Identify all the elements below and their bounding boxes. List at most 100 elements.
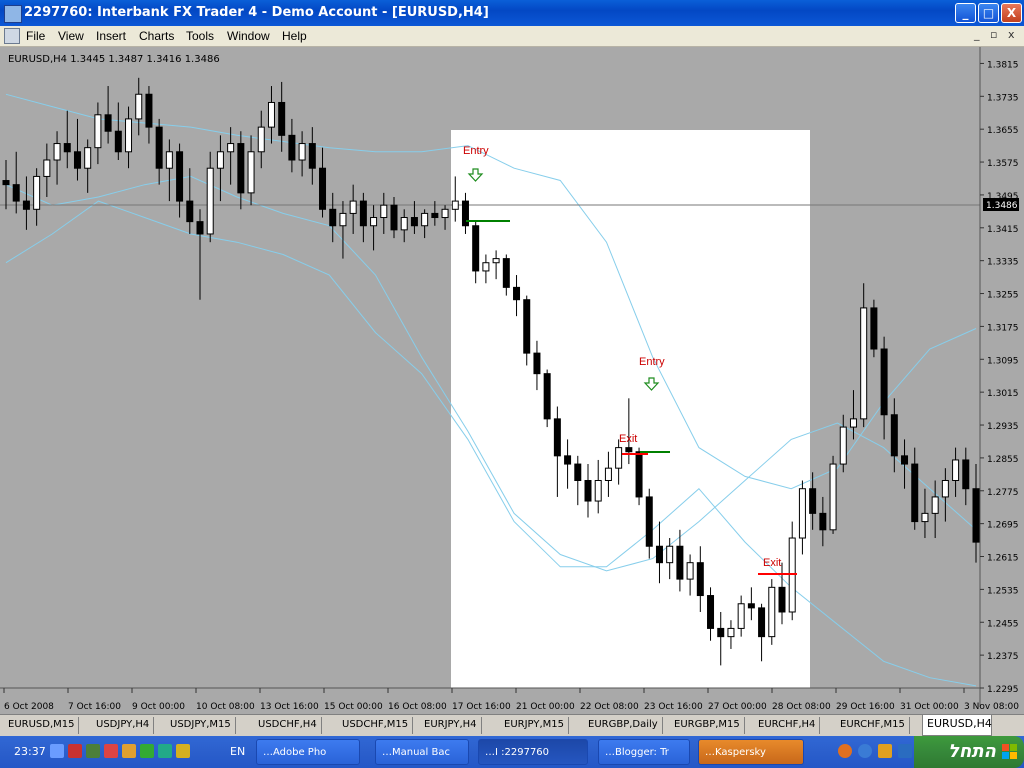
price-tick-label: 1.3255 [987, 291, 1019, 301]
shield-icon[interactable] [158, 744, 172, 758]
price-tick-label: 1.3655 [987, 126, 1019, 136]
candle-bearish [104, 114, 112, 132]
media-icon[interactable] [878, 744, 892, 758]
mdi-close-button[interactable]: x [1008, 28, 1015, 41]
start-label: התחל [948, 741, 996, 762]
menu-file[interactable]: File [26, 29, 45, 43]
time-tick-label: 23 Oct 16:00 [644, 702, 703, 712]
candle-bearish [329, 208, 337, 227]
task-mt4-terminal[interactable]: …I :2297760 [478, 739, 588, 765]
price-tick-label: 1.2935 [987, 422, 1019, 432]
mdi-minimize-button[interactable]: _ [974, 28, 980, 41]
candle-bearish [176, 151, 184, 202]
chart-window-icon[interactable] [4, 28, 20, 44]
volume-icon[interactable] [86, 744, 100, 758]
price-axis: 1.38151.37351.36551.35751.34951.34151.33… [980, 60, 1019, 695]
chart-tab[interactable]: EURGBP,Daily [584, 717, 663, 734]
candle-bearish [972, 488, 980, 543]
taskbar: 23:37 EN …Adobe Pho …Manual Bac …I :2297… [0, 736, 1024, 768]
chart-tab[interactable]: EURGBP,M15 [670, 717, 745, 734]
candle-bearish [523, 299, 531, 354]
chart-tab[interactable]: USDJPY,H4 [92, 717, 155, 734]
candle-bearish [114, 130, 122, 153]
time-tick-label: 22 Oct 08:00 [580, 702, 639, 712]
price-tick-label: 1.2375 [987, 652, 1019, 662]
chart-tab[interactable]: EURJPY,H4 [420, 717, 482, 734]
menu-bar: File View Insert Charts Tools Window Hel… [0, 26, 1024, 47]
candle-bullish [849, 418, 857, 428]
start-button[interactable]: התחל [914, 736, 1024, 768]
candle-bullish [615, 447, 623, 469]
menu-view[interactable]: View [58, 29, 84, 43]
kaspersky-tray-icon[interactable] [104, 744, 118, 758]
price-chart[interactable]: Entry Entry Exit Exit EURUSD,H4 1.3445 1… [0, 47, 1024, 714]
candle-bearish [655, 545, 663, 564]
candle-bullish [349, 200, 357, 214]
time-tick-label: 7 Oct 16:00 [68, 702, 121, 712]
task-manual-backtest[interactable]: …Manual Bac [375, 739, 469, 765]
ie-icon[interactable] [858, 744, 872, 758]
maximize-button[interactable]: □ [978, 3, 999, 23]
task-adobe-photoshop[interactable]: …Adobe Pho [256, 739, 360, 765]
minimize-button[interactable]: _ [955, 3, 976, 23]
chart-tab[interactable]: EURUSD,M15 [4, 717, 80, 734]
candle-bearish [707, 595, 715, 629]
candle-bearish [809, 488, 817, 514]
candle-bearish [778, 586, 786, 613]
candle-bullish [33, 175, 41, 210]
language-indicator[interactable]: EN [230, 745, 245, 758]
window-title: 2297760: Interbank FX Trader 4 - Demo Ac… [24, 5, 489, 20]
candle-bullish [135, 93, 143, 120]
candle-bullish [941, 479, 949, 498]
candle-bullish [380, 204, 388, 219]
candle-bullish [43, 159, 51, 177]
chart-tab[interactable]: EURCHF,H4 [754, 717, 821, 734]
exit-label-2: Exit [763, 557, 781, 569]
close-button[interactable]: X [1001, 3, 1022, 23]
task-kaspersky[interactable]: …Kaspersky [698, 739, 804, 765]
price-tick-label: 1.2855 [987, 455, 1019, 465]
chart-tab[interactable]: EURJPY,M15 [500, 717, 569, 734]
candle-bullish [829, 463, 837, 531]
time-tick-label: 17 Oct 16:00 [452, 702, 511, 712]
candle-bearish [962, 459, 970, 490]
candle-bearish [502, 258, 510, 288]
chart-tab[interactable]: USDCHF,M15 [338, 717, 414, 734]
menu-charts[interactable]: Charts [139, 29, 174, 43]
chart-window[interactable]: Entry Entry Exit Exit EURUSD,H4 1.3445 1… [0, 47, 1024, 714]
chart-tab[interactable]: EURUSD,H4 [922, 715, 992, 736]
antivirus-tray-icon[interactable] [68, 744, 82, 758]
network-icon[interactable] [50, 744, 64, 758]
mdi-restore-button[interactable]: ▫ [990, 28, 997, 41]
menu-tools[interactable]: Tools [186, 29, 214, 43]
candle-bullish [860, 307, 868, 420]
chart-tab[interactable]: USDCHF,H4 [254, 717, 322, 734]
candle-bullish [768, 586, 776, 638]
arrow-icon[interactable] [898, 744, 912, 758]
time-tick-label: 3 Nov 08:00 [964, 702, 1019, 712]
candle-bullish [492, 258, 500, 264]
price-tick-label: 1.2535 [987, 586, 1019, 596]
price-tick-label: 1.2615 [987, 554, 1019, 564]
task-blogger[interactable]: …Blogger: Tr [598, 739, 690, 765]
candle-bearish [870, 307, 878, 350]
candle-bearish [390, 204, 398, 231]
security-tray-icon[interactable] [122, 744, 136, 758]
candle-bullish [737, 603, 745, 629]
candle-bullish [482, 262, 490, 272]
candle-bearish [890, 414, 898, 457]
candle-bullish [216, 151, 224, 169]
signal-icon[interactable] [140, 744, 154, 758]
menu-window[interactable]: Window [227, 29, 270, 43]
time-tick-label: 9 Oct 00:00 [132, 702, 185, 712]
menu-insert[interactable]: Insert [96, 29, 126, 43]
chart-tab[interactable]: EURCHF,M15 [836, 717, 910, 734]
firefox-icon[interactable] [838, 744, 852, 758]
candle-bullish [604, 467, 612, 481]
candle-bullish [125, 118, 133, 153]
candle-bearish [533, 352, 541, 375]
chart-tab[interactable]: USDJPY,M15 [166, 717, 236, 734]
task-label: Adobe Pho [273, 747, 327, 758]
update-icon[interactable] [176, 744, 190, 758]
menu-help[interactable]: Help [282, 29, 307, 43]
